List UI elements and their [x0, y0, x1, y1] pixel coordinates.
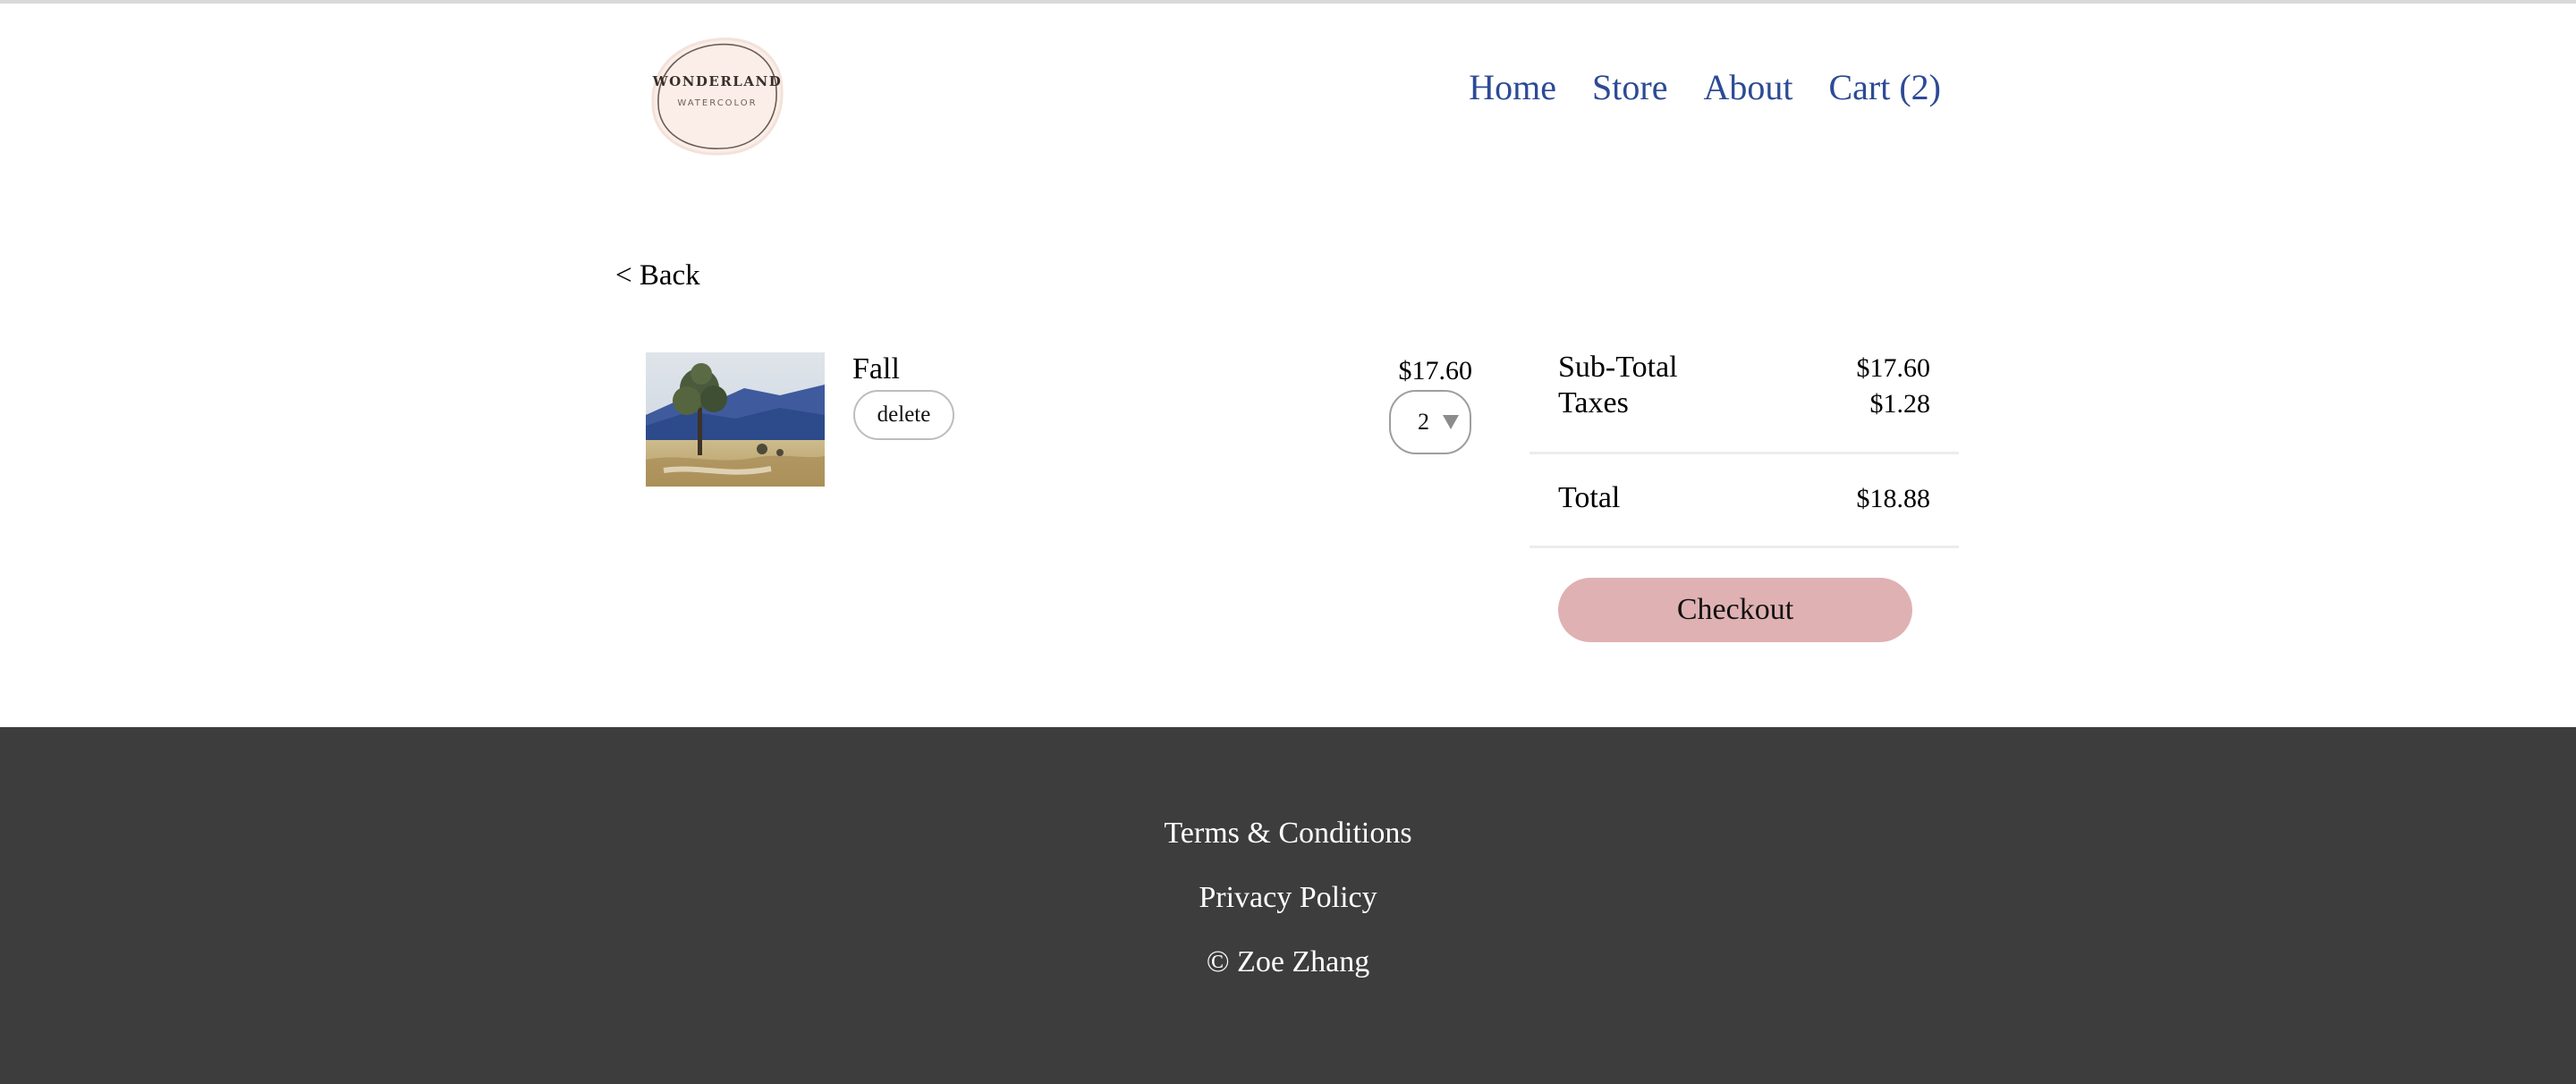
main-nav: Home Store About Cart (2) — [1469, 70, 1941, 106]
taxes-row: Taxes $1.28 — [1558, 386, 1930, 420]
subtotal-label: Sub-Total — [1558, 351, 1678, 384]
summary-divider — [1530, 546, 1959, 548]
logo-blob-icon — [651, 38, 784, 156]
delete-button[interactable]: delete — [853, 390, 954, 440]
terms-link[interactable]: Terms & Conditions — [0, 817, 2576, 851]
back-link[interactable]: < Back — [615, 259, 700, 292]
taxes-label: Taxes — [1558, 386, 1629, 419]
landscape-painting-image — [646, 352, 825, 487]
checkout-button[interactable]: Checkout — [1558, 578, 1912, 642]
quantity-value: 2 — [1418, 409, 1429, 435]
nav-home[interactable]: Home — [1469, 70, 1556, 106]
item-name: Fall — [852, 352, 900, 385]
total-value: $18.88 — [1856, 484, 1931, 513]
nav-store[interactable]: Store — [1592, 70, 1667, 106]
nav-cart[interactable]: Cart (2) — [1828, 70, 1941, 106]
logo-subtitle: WATERCOLOR — [677, 98, 758, 108]
copyright-text: © Zoe Zhang — [1206, 945, 1370, 978]
total-row: Total $18.88 — [1558, 481, 1930, 515]
logo-title: WONDERLAND — [652, 73, 783, 89]
site-footer: Terms & Conditions Privacy Policy © Zoe … — [0, 727, 2576, 1084]
subtotal-value: $17.60 — [1856, 353, 1931, 383]
item-price: $17.60 — [1398, 356, 1473, 385]
top-border — [0, 0, 2576, 4]
summary-divider — [1530, 452, 1959, 454]
total-label: Total — [1558, 481, 1621, 514]
nav-about[interactable]: About — [1703, 70, 1792, 106]
privacy-link[interactable]: Privacy Policy — [0, 881, 2576, 915]
item-thumbnail[interactable] — [646, 352, 825, 487]
quantity-select[interactable]: 2 — [1389, 390, 1471, 454]
dropdown-arrow-icon — [1443, 415, 1459, 429]
subtotal-row: Sub-Total $17.60 — [1558, 351, 1930, 385]
site-logo[interactable]: WONDERLAND WATERCOLOR — [648, 34, 787, 159]
taxes-value: $1.28 — [1869, 389, 1931, 419]
